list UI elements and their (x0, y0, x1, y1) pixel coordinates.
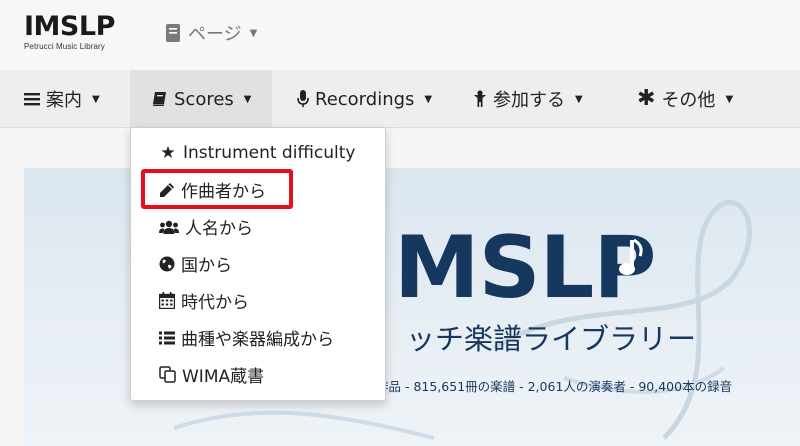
chevron-down-icon: ▼ (243, 93, 252, 105)
globe-icon (159, 256, 175, 271)
menu-item-by-genre-instrumentation[interactable]: 曲種や楽器編成から (131, 319, 385, 356)
menu-item-label: 国から (181, 256, 232, 276)
nav-guide[interactable]: 案内 ▼ (24, 70, 100, 128)
chevron-down-icon: ▼ (92, 93, 100, 105)
document-icon (166, 24, 180, 42)
nav-other-label: その他 (661, 90, 716, 111)
menu-item-instrument-difficulty[interactable]: ★ Instrument difficulty (131, 134, 385, 171)
nav-recordings[interactable]: Recordings ▼ (297, 70, 432, 128)
menu-item-label: Instrument difficulty (183, 142, 356, 163)
menu-item-label: 曲種や楽器編成から (181, 330, 334, 350)
chevron-down-icon: ▼ (575, 93, 583, 105)
chevron-down-icon: ▼ (424, 93, 433, 105)
menu-item-by-period[interactable]: 時代から (131, 282, 385, 319)
highlight-box (141, 169, 293, 209)
nav-scores[interactable]: Scores ▼ (130, 70, 272, 128)
book-icon (153, 92, 166, 106)
top-header: IMSLP Petrucci Music Library ページ ▼ (0, 0, 800, 70)
list-icon (24, 93, 40, 106)
banner-stats: 作品 - 815,651冊の楽譜 - 2,061人の演奏者 - 90,400本の… (376, 379, 733, 394)
users-icon (159, 220, 179, 234)
nav-recordings-label: Recordings (315, 88, 415, 110)
chevron-down-icon: ▼ (249, 27, 258, 39)
main-navbar: 案内 ▼ Scores ▼ Recordings ▼ 参加する ▼ ✱ その他 … (0, 70, 800, 128)
banner-subtitle: ッチ楽譜ライブラリー (406, 322, 697, 356)
menu-item-label: 時代から (181, 293, 249, 313)
nav-participate-label: 参加する (493, 90, 565, 111)
logo-text: IMSLP (24, 11, 115, 42)
star-icon: ★ (160, 142, 176, 163)
microphone-icon (297, 90, 309, 107)
music-note-icon (619, 238, 643, 275)
logo-subtitle: Petrucci Music Library (24, 42, 105, 51)
nav-guide-label: 案内 (46, 90, 82, 111)
nav-scores-label: Scores (174, 88, 234, 110)
list-icon (159, 331, 175, 344)
person-icon (474, 90, 486, 107)
asterisk-icon: ✱ (637, 86, 656, 111)
main-content: MSLP ッチ楽譜ライブラリー 作品 - 815,651冊の楽譜 - 2,061… (0, 128, 800, 446)
imslp-logo[interactable]: IMSLP Petrucci Music Library (24, 12, 124, 58)
menu-item-label: WIMA蔵書 (182, 367, 265, 387)
menu-item-by-country[interactable]: 国から (131, 245, 385, 282)
chevron-down-icon: ▼ (725, 93, 734, 105)
copy-icon (159, 366, 176, 383)
nav-participate[interactable]: 参加する ▼ (473, 70, 583, 128)
nav-other[interactable]: ✱ その他 ▼ (637, 70, 733, 128)
menu-item-wima-collection[interactable]: WIMA蔵書 (131, 356, 385, 393)
menu-item-label: 人名から (185, 219, 253, 239)
menu-item-by-person[interactable]: 人名から (131, 208, 385, 245)
calendar-icon (159, 292, 175, 309)
page-menu-label: ページ (188, 24, 242, 45)
page-menu-dropdown[interactable]: ページ ▼ (166, 20, 257, 46)
